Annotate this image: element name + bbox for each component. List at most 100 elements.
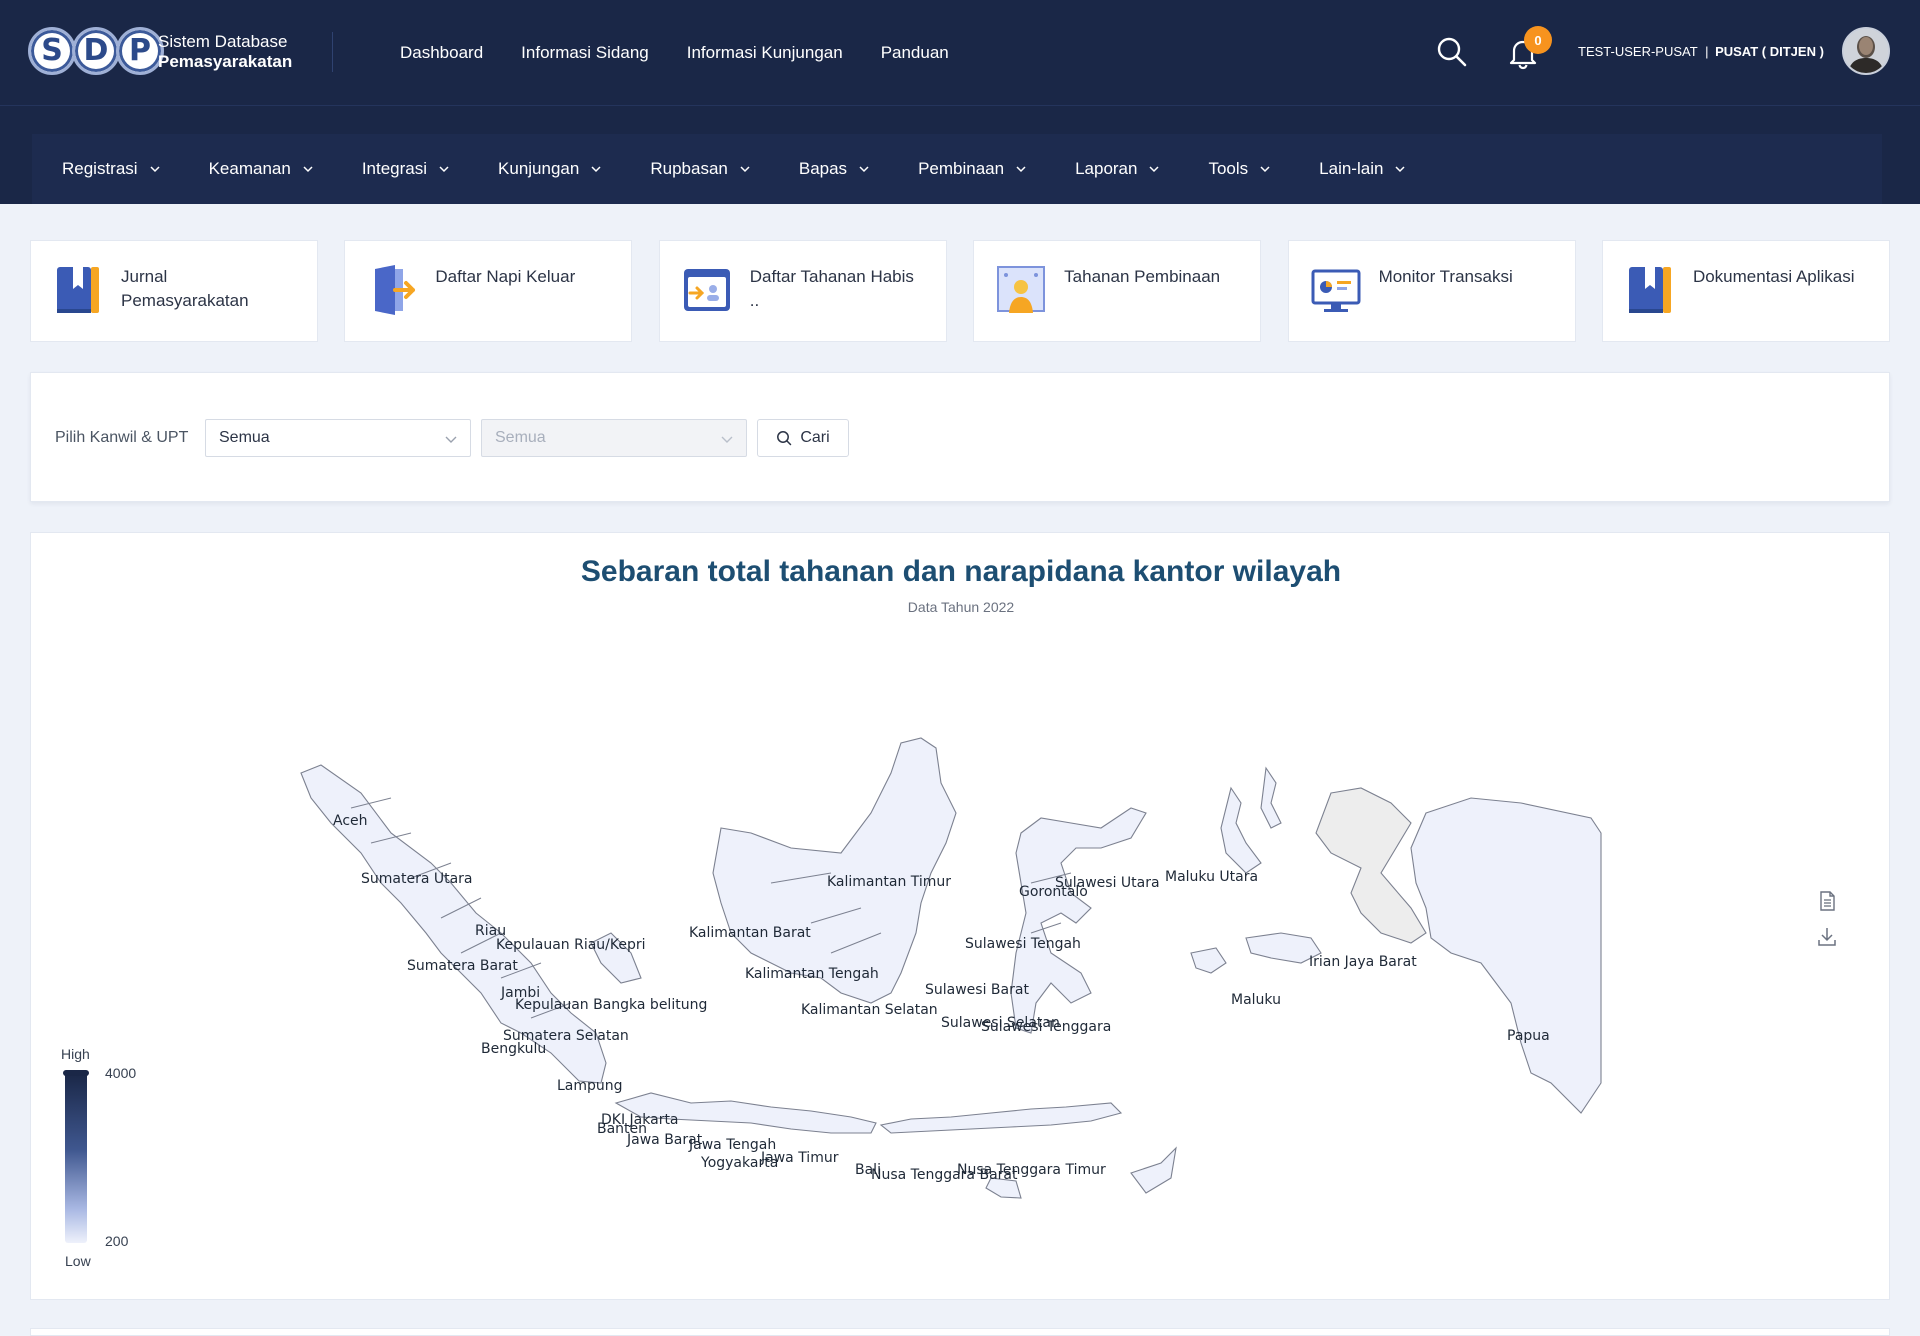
- map-tools: [1815, 889, 1839, 961]
- card-daftar-napi-keluar[interactable]: Daftar Napi Keluar: [344, 240, 633, 342]
- region-label: Sulawesi Barat: [925, 982, 1029, 998]
- menu-kunjungan[interactable]: Kunjungan: [498, 159, 603, 179]
- document-icon[interactable]: [1815, 889, 1839, 913]
- region-label: Kalimantan Timur: [827, 874, 951, 890]
- chevron-down-icon: [1260, 166, 1270, 173]
- brand-line-1: Sistem Database: [158, 32, 288, 51]
- user-separator: |: [1705, 44, 1709, 59]
- chevron-down-icon: [439, 166, 449, 173]
- logo-letter: P: [116, 27, 164, 75]
- map-panel: Sebaran total tahanan dan narapidana kan…: [30, 532, 1890, 1300]
- menu-rupbasan[interactable]: Rupbasan: [650, 159, 752, 179]
- filter-panel: Pilih Kanwil & UPT Semua Semua Cari: [30, 372, 1890, 502]
- upt-select-value: Semua: [495, 429, 546, 446]
- user-role: PUSAT ( DITJEN ): [1715, 44, 1824, 59]
- card-jurnal-pemasyarakatan[interactable]: Jurnal Pemasyarakatan: [30, 240, 318, 342]
- person-board-icon: [997, 266, 1046, 313]
- logo-letter: S: [28, 27, 76, 75]
- sdp-logo[interactable]: S D P: [28, 27, 164, 75]
- main-menu: Registrasi Keamanan Integrasi Kunjungan …: [32, 134, 1882, 204]
- filter-label: Pilih Kanwil & UPT: [55, 429, 189, 446]
- card-monitor-transaksi[interactable]: Monitor Transaksi: [1287, 240, 1576, 342]
- region-label: Aceh: [333, 813, 368, 829]
- menu-laporan[interactable]: Laporan: [1075, 159, 1161, 179]
- menu-pembinaan[interactable]: Pembinaan: [918, 159, 1028, 179]
- detainee-list-icon: [683, 269, 730, 311]
- region-label: Sumatera Barat: [407, 958, 518, 974]
- nav-informasi-sidang[interactable]: Informasi Sidang: [521, 43, 649, 63]
- legend-color-scale: [65, 1073, 87, 1243]
- card-label: Dokumentasi Aplikasi: [1692, 267, 1855, 286]
- chevron-down-icon: [1016, 166, 1026, 173]
- region-label: Sulawesi Tengah: [965, 936, 1081, 952]
- region-label: Gorontalo: [1019, 884, 1088, 900]
- region-label: Sumatera Utara: [361, 871, 473, 887]
- region-label: Bengkulu: [481, 1041, 546, 1057]
- card-label: Tahanan Pembinaan: [1064, 267, 1221, 286]
- region-label: Maluku Utara: [1165, 869, 1258, 885]
- region-maluku-utara: [1220, 786, 1262, 874]
- avatar[interactable]: [1842, 27, 1890, 75]
- region-papua: [1410, 797, 1602, 1114]
- chevron-down-icon: [445, 436, 457, 443]
- main-menu-bar: Registrasi Keamanan Integrasi Kunjungan …: [0, 106, 1920, 204]
- card-tahanan-pembinaan[interactable]: Tahanan Pembinaan: [973, 240, 1262, 342]
- brand-line-2: Pemasyarakatan: [158, 52, 293, 71]
- menu-integrasi[interactable]: Integrasi: [362, 159, 451, 179]
- next-panel-edge: [30, 1328, 1890, 1336]
- menu-tools[interactable]: Tools: [1208, 159, 1272, 179]
- chevron-down-icon: [740, 166, 750, 173]
- region-halmahera: [1260, 766, 1282, 829]
- legend-max-value: 4000: [105, 1065, 137, 1081]
- region-irian-jaya-barat: [1315, 787, 1427, 944]
- upt-select: Semua: [481, 419, 747, 457]
- menu-keamanan[interactable]: Keamanan: [209, 159, 315, 179]
- region-label: Kalimantan Tengah: [745, 966, 879, 982]
- exit-door-icon: [375, 265, 416, 315]
- legend-low-label: Low: [65, 1253, 91, 1269]
- download-icon[interactable]: [1815, 925, 1839, 949]
- search-icon[interactable]: [1436, 36, 1468, 68]
- kanwil-select[interactable]: Semua: [205, 419, 471, 457]
- menu-bapas[interactable]: Bapas: [799, 159, 871, 179]
- region-nusa-tenggara: [879, 1102, 1123, 1134]
- region-label: Jawa Timur: [760, 1150, 839, 1166]
- region-kalimantan: [712, 737, 957, 1004]
- region-timor: [1130, 1146, 1177, 1194]
- region-label: Sulawesi Tenggara: [981, 1019, 1111, 1035]
- card-dokumentasi-aplikasi[interactable]: Dokumentasi Aplikasi: [1601, 240, 1890, 342]
- chevron-down-icon: [1395, 166, 1405, 173]
- chevron-down-icon: [859, 166, 869, 173]
- region-label: Irian Jaya Barat: [1309, 954, 1417, 970]
- brand-name: Sistem Database Pemasyarakatan: [158, 32, 292, 72]
- region-seram: [1190, 947, 1227, 974]
- card-label: Monitor Transaksi: [1378, 267, 1513, 286]
- map-subtitle: Data Tahun 2022: [907, 599, 1015, 615]
- book-icon: [57, 267, 99, 313]
- header-divider: [332, 32, 333, 72]
- region-label: Kalimantan Selatan: [801, 1002, 938, 1018]
- indonesia-map[interactable]: Aceh Sumatera Utara Riau Kepulauan Riau/…: [31, 633, 1891, 1233]
- card-label: Daftar Tahanan Habis ..: [749, 267, 914, 310]
- legend-high-label: High: [61, 1046, 90, 1062]
- card-daftar-tahanan-habis[interactable]: Daftar Tahanan Habis ..: [658, 240, 947, 342]
- nav-panduan[interactable]: Panduan: [881, 43, 949, 63]
- nav-dashboard[interactable]: Dashboard: [400, 43, 483, 63]
- nav-informasi-kunjungan[interactable]: Informasi Kunjungan: [687, 43, 843, 63]
- region-label: Kepulauan Riau/Kepri: [496, 937, 646, 953]
- search-button-label: Cari: [800, 429, 830, 446]
- top-navigation: Dashboard Informasi Sidang Informasi Kun…: [400, 0, 987, 106]
- logo-letter: D: [72, 27, 120, 75]
- user-info[interactable]: TEST-USER-PUSAT | PUSAT ( DITJEN ): [1578, 44, 1824, 59]
- menu-registrasi[interactable]: Registrasi: [62, 159, 162, 179]
- monitor-chart-icon: [1311, 269, 1361, 312]
- region-label: Kalimantan Barat: [689, 925, 811, 941]
- chevron-down-icon: [1149, 166, 1159, 173]
- menu-lain-lain[interactable]: Lain-lain: [1319, 159, 1407, 179]
- book-icon: [1628, 267, 1671, 313]
- chevron-down-icon: [303, 166, 313, 173]
- search-button[interactable]: Cari: [757, 419, 849, 457]
- search-icon: [777, 431, 792, 446]
- legend-handle[interactable]: [63, 1070, 89, 1076]
- top-header: S D P Sistem Database Pemasyarakatan Das…: [0, 0, 1920, 106]
